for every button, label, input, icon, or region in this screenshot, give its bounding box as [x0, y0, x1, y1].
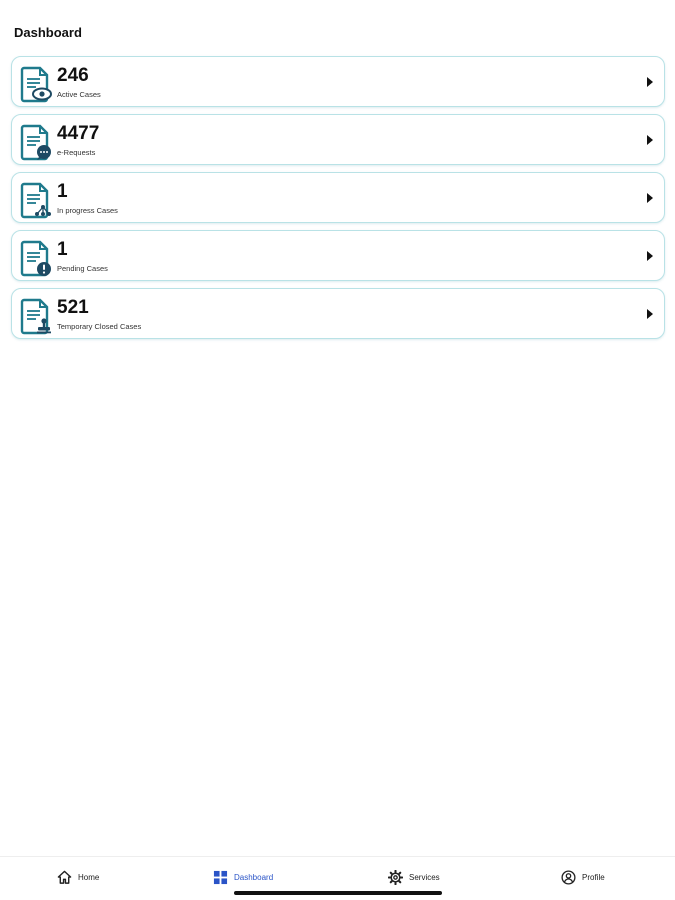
card-label: Temporary Closed Cases [57, 322, 142, 331]
page-title: Dashboard [14, 25, 82, 40]
card-count: 246 [57, 65, 89, 86]
card-active-cases[interactable]: 246 Active Cases [11, 56, 665, 107]
gear-icon [388, 869, 403, 885]
card-e-requests[interactable]: 4477 e-Requests [11, 114, 665, 165]
tab-services[interactable]: Services [388, 867, 440, 887]
card-temporary-closed-cases[interactable]: 521 Temporary Closed Cases [11, 288, 665, 339]
home-indicator [234, 891, 442, 895]
card-label: In progress Cases [57, 206, 118, 215]
card-pending-cases[interactable]: 1 Pending Cases [11, 230, 665, 281]
tab-dashboard[interactable]: Dashboard [213, 867, 273, 887]
card-label: Pending Cases [57, 264, 108, 273]
card-count: 1 [57, 181, 68, 202]
document-alert-icon [20, 240, 51, 277]
card-label: Active Cases [57, 90, 101, 99]
home-icon [57, 870, 72, 884]
chevron-right-icon [647, 193, 653, 203]
card-count: 1 [57, 239, 68, 260]
tab-home[interactable]: Home [57, 867, 99, 887]
card-count: 4477 [57, 123, 100, 144]
card-label: e-Requests [57, 148, 96, 157]
document-chat-icon [20, 124, 51, 161]
tab-profile[interactable]: Profile [561, 867, 605, 887]
document-stamp-icon [20, 298, 51, 335]
tab-home-label: Home [78, 872, 100, 882]
chevron-right-icon [647, 77, 653, 87]
stats-list: 246 Active Cases 4477 e-Requests 1 In pr… [11, 56, 665, 346]
tab-services-label: Services [409, 872, 440, 882]
card-count: 521 [57, 297, 89, 318]
chevron-right-icon [647, 251, 653, 261]
chevron-right-icon [647, 135, 653, 145]
dashboard-screen: Dashboard 246 Active Cases 4477 e-Reques… [0, 0, 675, 900]
document-eye-icon [20, 66, 52, 103]
chevron-right-icon [647, 309, 653, 319]
user-circle-icon [561, 869, 576, 885]
document-progress-icon [20, 182, 51, 219]
dashboard-grid-icon [213, 870, 228, 884]
tab-profile-label: Profile [582, 872, 605, 882]
tab-dashboard-label: Dashboard [234, 872, 274, 882]
card-in-progress-cases[interactable]: 1 In progress Cases [11, 172, 665, 223]
